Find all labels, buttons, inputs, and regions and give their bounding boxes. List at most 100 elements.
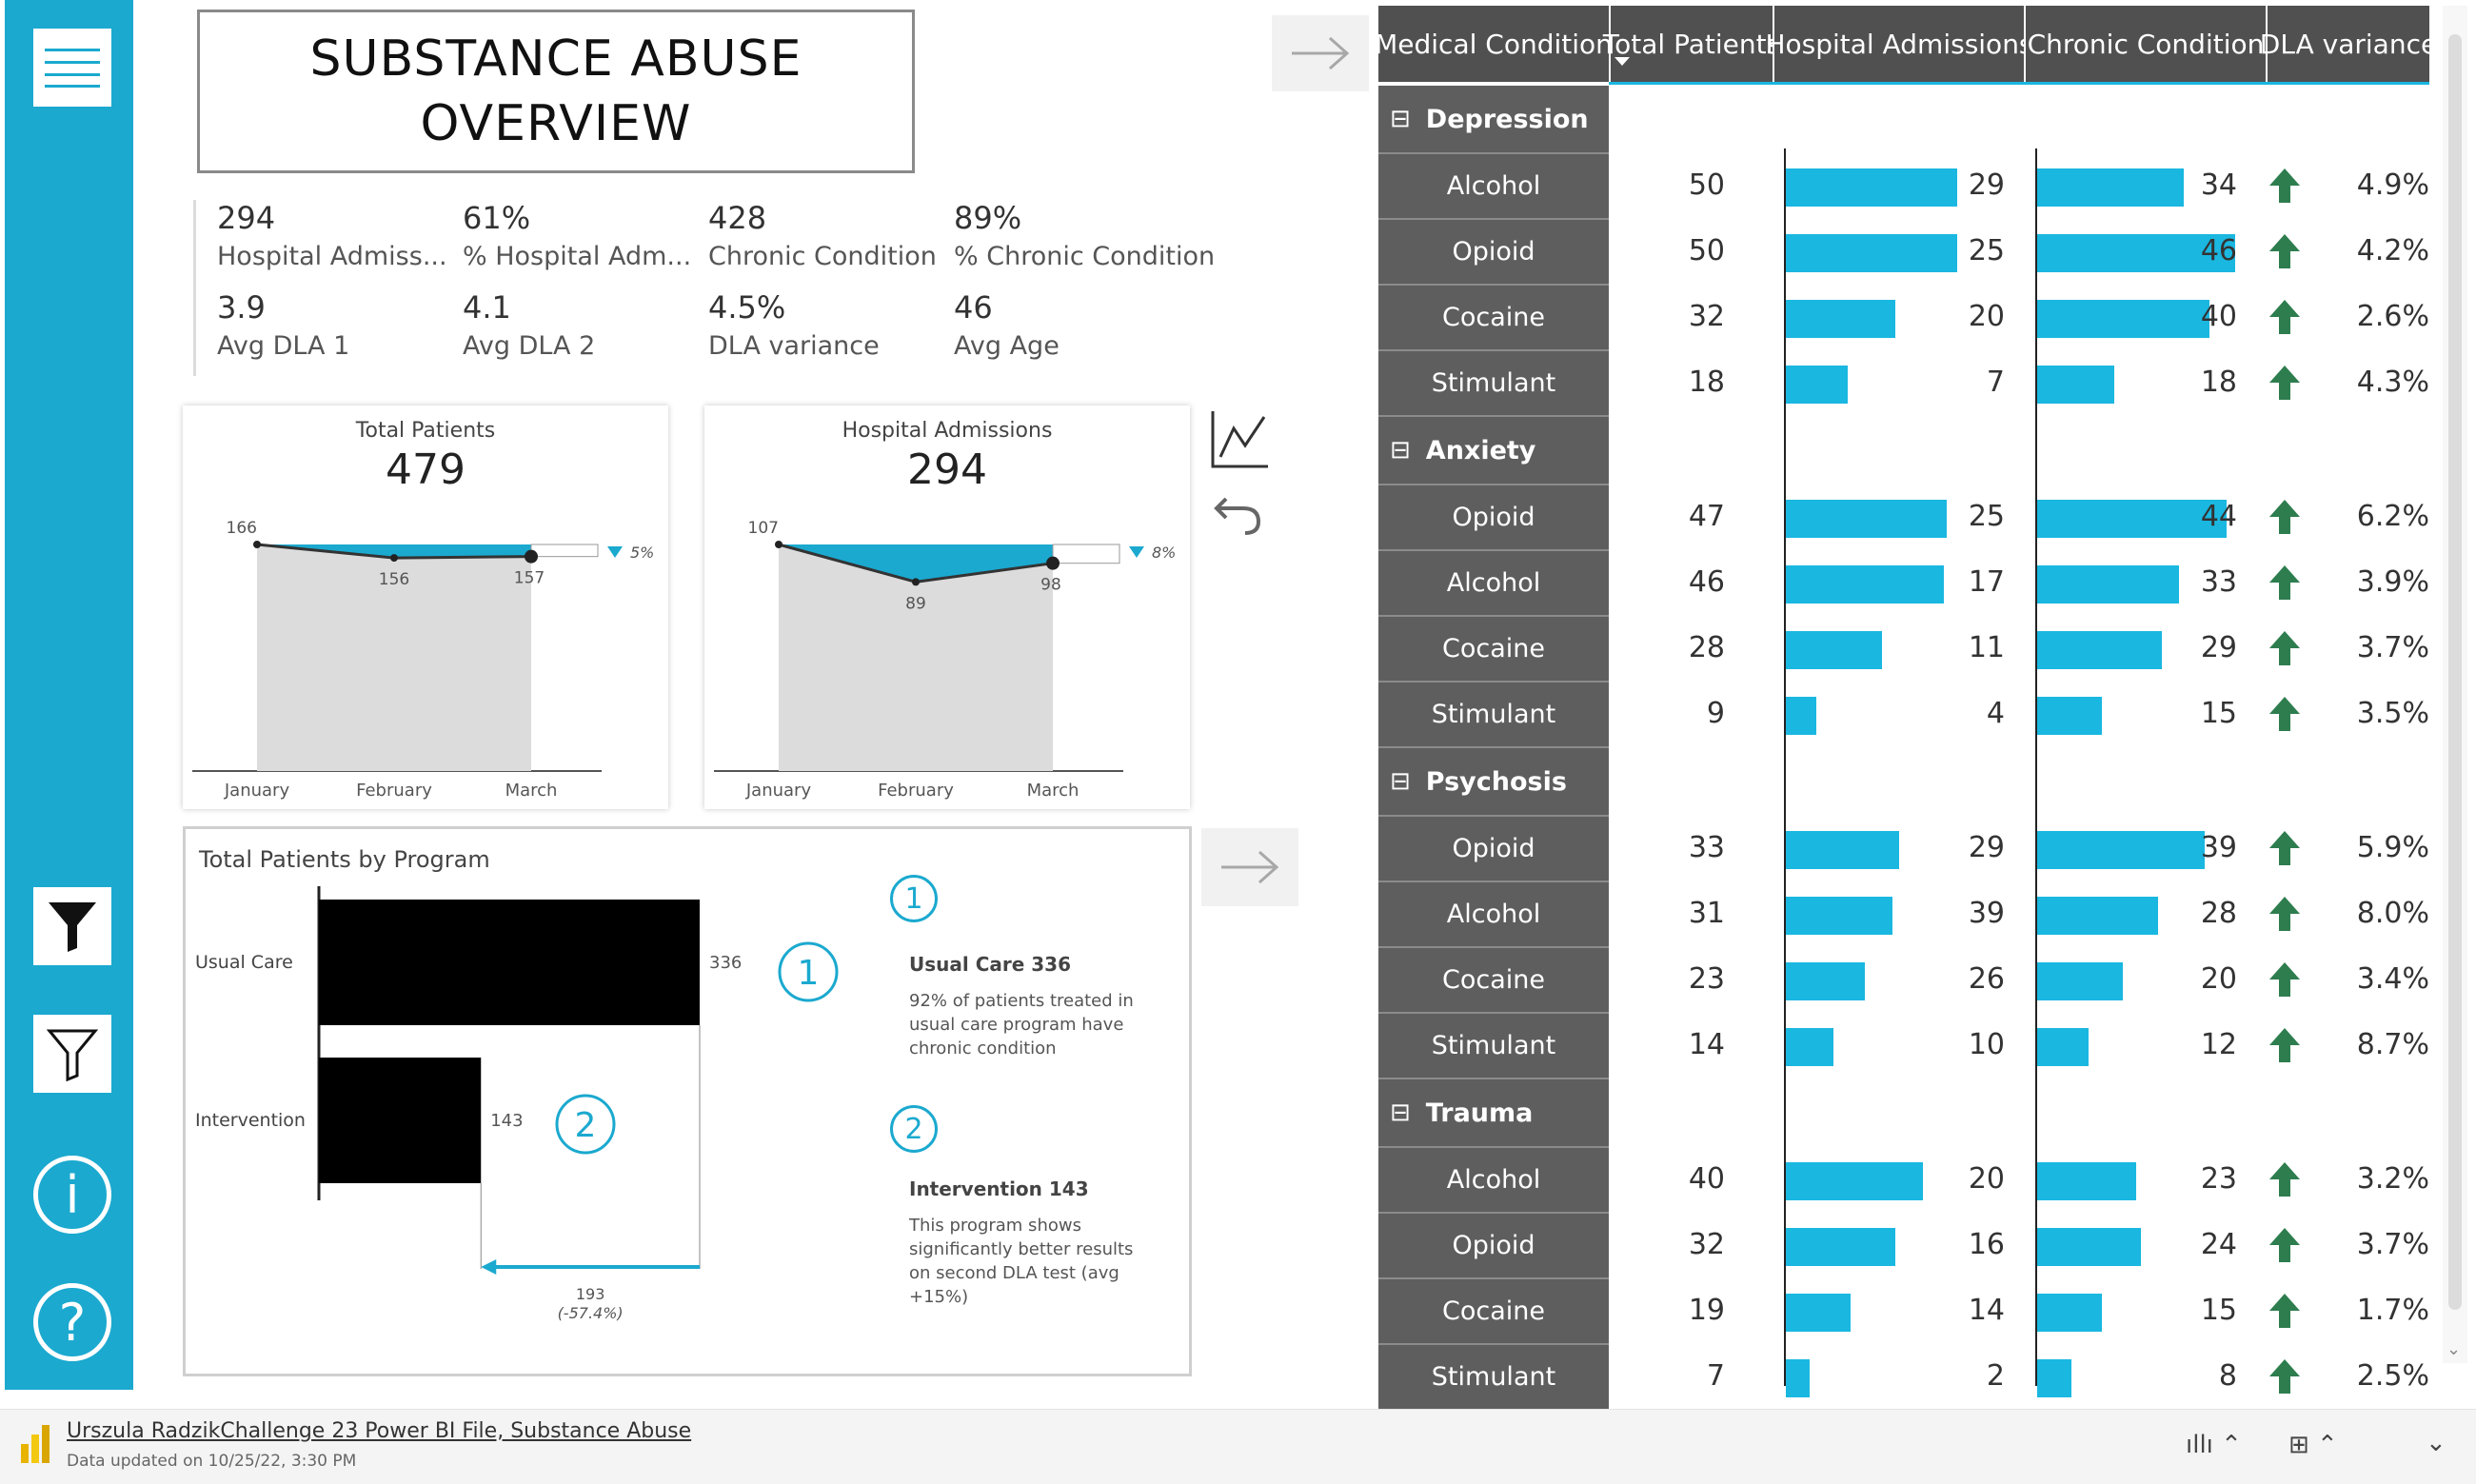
note-line: +15%) [909,1287,969,1307]
program-bar[interactable] [319,900,700,1025]
pages-icon[interactable]: ⊞ ⌃ [2288,1431,2338,1459]
kpi-label: Chronic Condition [708,242,937,271]
point-label: 166 [227,519,257,538]
group-label: Depression [1425,104,1589,134]
chevron-down-icon[interactable]: ⌄ [2426,1429,2446,1457]
report-file-link[interactable]: Urszula RadzikChallenge 23 Power BI File… [67,1419,691,1443]
data-updated-text: Data updated on 10/25/22, 3:30 PM [67,1452,357,1471]
column-header[interactable]: Medical Condition [1375,6,1613,82]
difference-percent: (-57.4%) [558,1304,624,1322]
note-line: significantly better results [909,1239,1134,1259]
scrollbar-thumb[interactable] [2448,34,2462,1310]
column-header[interactable]: Total Patients [1603,6,1780,82]
arrow-up-icon [2269,233,2300,268]
total-patients-card[interactable]: Total Patients 479 166 January 156 February… [183,406,668,809]
arrow-up-icon [2269,1293,2300,1328]
sub-row-header[interactable]: Opioid [1378,1214,1609,1279]
arrow-up-icon [2269,168,2300,203]
drill-arrow-button-bottom[interactable] [1201,828,1298,906]
collapse-icon[interactable]: ⊟ [1390,105,1411,133]
arrow-down-icon [607,546,623,558]
sub-row-header[interactable]: Cocaine [1378,948,1609,1014]
note-1-body: 92% of patients treated in usual care pro… [909,989,1134,1060]
admissions-value: 25 [1968,499,2005,533]
sub-row-header[interactable]: Opioid [1378,220,1609,286]
column-header[interactable]: Chronic Condition [2026,6,2266,82]
info-button[interactable]: i [33,1156,111,1234]
hospital-admissions-card[interactable]: Hospital Admissions 294 107 January 89 Febr… [704,406,1190,809]
admissions-value: 4 [1986,696,2005,730]
sub-row-header[interactable]: Stimulant [1378,1014,1609,1079]
group-label: Trauma [1425,1098,1534,1128]
arrow-up-icon [2269,1227,2300,1262]
kpi-value: 428 [708,200,767,236]
table-scrollbar[interactable]: ⌄ [2443,6,2467,1363]
sub-row-header[interactable]: Stimulant [1378,1345,1609,1411]
sub-row-header[interactable]: Cocaine [1378,1279,1609,1345]
help-button[interactable]: ? [33,1283,111,1361]
collapse-icon[interactable]: ⊟ [1390,436,1411,465]
trend-point [253,541,261,548]
arrow-up-icon [2269,365,2300,400]
chronic-value: 40 [2200,299,2237,333]
info-icon: i [65,1164,80,1225]
sub-row-header[interactable]: Cocaine [1378,286,1609,351]
sub-row-header[interactable]: Alcohol [1378,1148,1609,1214]
line-chart-icon [1211,411,1268,468]
month-label: January [224,781,290,801]
chronic-value: 24 [2200,1227,2237,1261]
sort-desc-icon[interactable] [1614,57,1630,66]
menu-button[interactable] [33,29,111,107]
chronic-value: 8 [2218,1358,2237,1393]
chronic-value: 33 [2200,564,2237,599]
total-patients-chart: 166 January 156 February 157 March 5% [192,519,654,801]
chart-type-button[interactable] [1207,407,1272,472]
chronic-value: 46 [2200,233,2237,267]
trend-point [390,554,398,563]
kpi-item: 89% % Chronic Condition [954,200,1215,271]
arrow-up-icon [2269,830,2300,865]
chronic-value: 34 [2200,168,2237,202]
clear-filter-button[interactable] [33,1015,111,1093]
kpi-value: 61% [463,200,531,236]
filter-button[interactable] [33,887,111,965]
sub-row-header[interactable]: Alcohol [1378,551,1609,617]
bookmarks-icon[interactable]: ıllı ⌃ [2186,1431,2242,1459]
trend-point [525,549,538,564]
sub-row-header[interactable]: Alcohol [1378,882,1609,948]
title-line-1: SUBSTANCE ABUSE [309,30,802,88]
category-label: Usual Care [195,952,293,973]
collapse-icon[interactable]: ⊟ [1390,1098,1411,1127]
sub-row-header[interactable]: Cocaine [1378,617,1609,683]
column-header[interactable]: Hospital Admissions [1765,6,2033,82]
sub-row-header[interactable]: Opioid [1378,485,1609,551]
scroll-down-icon[interactable]: ⌄ [2446,1339,2461,1359]
sub-row-header[interactable]: Alcohol [1378,154,1609,220]
group-row-header[interactable]: ⊟ Anxiety [1378,417,1609,485]
column-header[interactable]: DLA variance [2260,6,2437,82]
note-2-body: This program shows significantly better r… [909,1214,1133,1309]
collapse-icon[interactable]: ⊟ [1390,767,1411,796]
group-row-header[interactable]: ⊟ Trauma [1378,1079,1609,1148]
group-row-header[interactable]: ⊟ Psychosis [1378,748,1609,817]
undo-icon [1214,497,1261,535]
undo-button[interactable] [1211,487,1266,537]
total-patients-value: 50 [1688,168,1725,202]
chronic-value: 23 [2200,1161,2237,1196]
sub-row-header[interactable]: Stimulant [1378,351,1609,417]
variance-label: 8% [1152,544,1176,562]
program-bar[interactable] [319,1058,482,1183]
target-box [1052,544,1120,564]
group-row-header[interactable]: ⊟ Depression [1378,86,1609,154]
dla-variance-value: 3.2% [2356,1161,2429,1196]
filter-filled-icon [49,902,96,952]
admissions-value: 29 [1968,168,2005,202]
admissions-value: 10 [1968,1027,2005,1061]
kpi-label: Avg Age [954,331,1060,361]
program-card[interactable]: Total Patients by Program Usual Care 336 I… [183,826,1192,1376]
sub-row-header[interactable]: Opioid [1378,817,1609,882]
sub-row-header[interactable]: Stimulant [1378,683,1609,748]
chronic-value: 28 [2200,896,2237,930]
value-label: 336 [709,953,742,973]
drill-arrow-button-top[interactable] [1272,15,1369,91]
